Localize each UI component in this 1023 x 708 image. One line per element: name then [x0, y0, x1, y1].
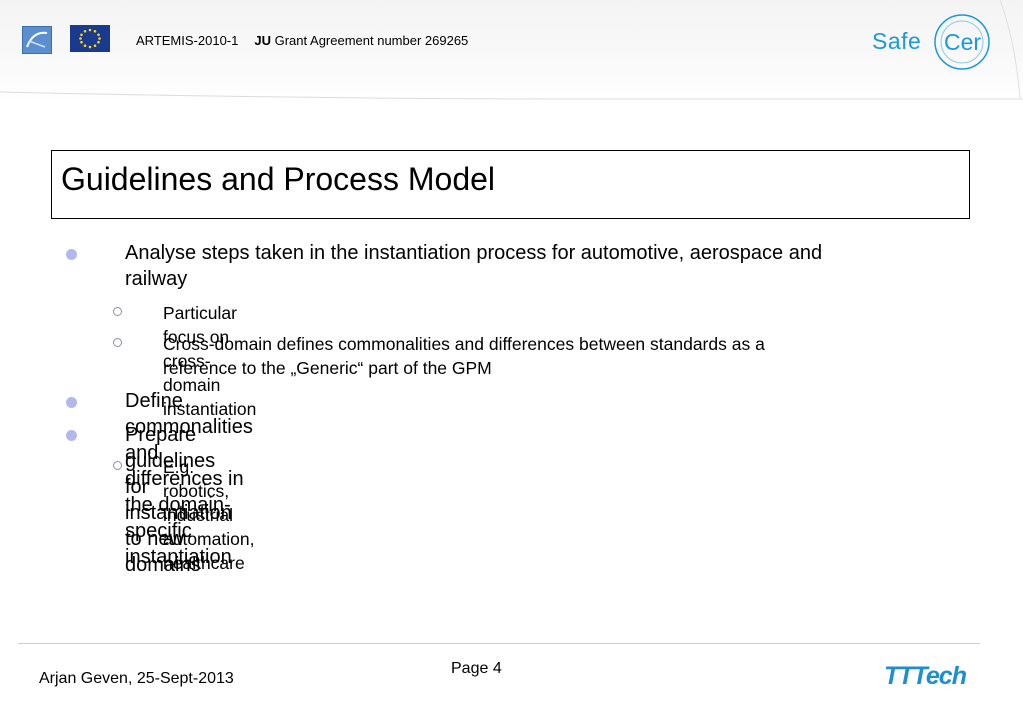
list-item-line: Cross-domain defines commonalities and d… [163, 334, 765, 354]
safecer-cer-text: Cer [944, 29, 981, 55]
safecer-safe-text: Safe [872, 28, 922, 54]
safecer-seal-icon: Cer [934, 14, 990, 70]
slide-title-box: Guidelines and Process Model [51, 150, 970, 219]
ju-label: JU [254, 33, 271, 48]
list-item: Analyse steps taken in the instantiation… [125, 240, 985, 292]
footer-divider [18, 643, 980, 644]
page-number: Page 4 [451, 660, 502, 677]
sub-bullet-circle-icon [113, 307, 122, 316]
artemis-logo-icon [26, 31, 48, 48]
grant-number: Grant Agreement number 269265 [274, 33, 469, 48]
list-item-line: Analyse steps taken in the instantiation… [125, 242, 823, 264]
eu-stars-icon [79, 28, 101, 49]
header-curve [0, 0, 1023, 100]
list-item-line: reference to the „Generic“ part of the G… [163, 358, 492, 378]
eu-flag-logo [70, 25, 110, 52]
artemis-logo [22, 26, 52, 54]
grant-info: ARTEMIS-2010-1 JU Grant Agreement number … [136, 33, 468, 48]
list-item: E.g. robotics, industrial automation, he… [163, 457, 255, 573]
list-item-line: railway [125, 268, 188, 290]
list-item: Cross-domain defines commonalities and d… [163, 332, 963, 380]
program-id: ARTEMIS-2010-1 [136, 33, 239, 48]
tttech-logo: TTTech [884, 662, 967, 690]
sub-bullet-circle-icon [113, 338, 122, 347]
bullet-dot-icon [66, 430, 77, 441]
safecer-logo: Safe Cer [872, 12, 994, 72]
footer-author: Arjan Geven, 25-Sept-2013 [39, 670, 234, 687]
slide-title: Guidelines and Process Model [61, 161, 496, 197]
slide-header: ARTEMIS-2010-1 JU Grant Agreement number … [0, 0, 1023, 100]
bullet-dot-icon [66, 249, 77, 260]
bullet-dot-icon [66, 397, 77, 408]
sub-bullet-circle-icon [113, 461, 122, 470]
